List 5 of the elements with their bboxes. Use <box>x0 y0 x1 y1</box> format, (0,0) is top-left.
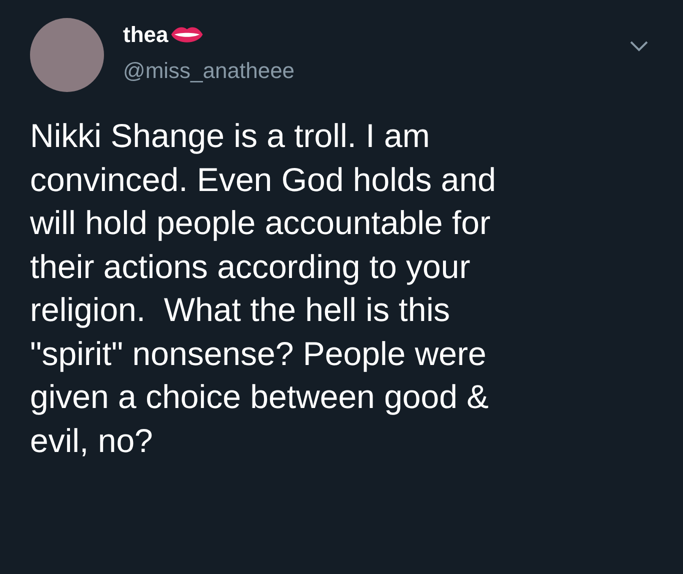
lips-icon <box>170 24 204 46</box>
tweet-text: Nikki Shange is a troll. I am convinced. Even God holds and will hold people accountable for their actions according to your religion. What the hell is this "spirit" nonsense? People were given a choice between good & evil, no? <box>30 116 497 460</box>
display-name[interactable]: thea <box>123 20 168 50</box>
caret-icon[interactable] <box>629 40 649 52</box>
user-handle[interactable]: @miss_anatheee <box>123 54 295 88</box>
